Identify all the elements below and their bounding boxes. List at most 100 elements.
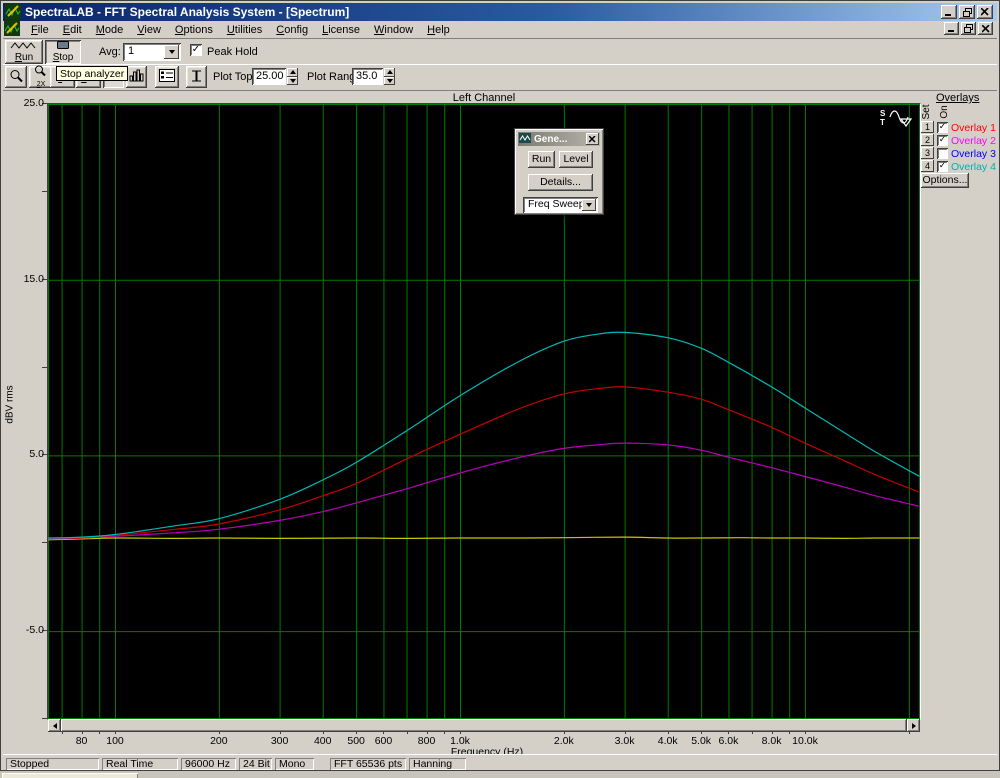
y-axis-title: dBV rms	[5, 375, 16, 435]
menu-license[interactable]: License	[315, 22, 367, 38]
scrollbar-thumb[interactable]	[61, 719, 907, 732]
x-tick-label: 10.0k	[784, 735, 826, 747]
status-sample-rate: 96000 Hz	[181, 758, 236, 770]
overlays-set-label: Set	[921, 101, 933, 123]
overlay-4-set-button[interactable]: 4	[921, 160, 934, 172]
menu-view[interactable]: View	[130, 22, 168, 38]
child-restore-button[interactable]	[961, 22, 976, 35]
x-tick-label: 6.0k	[707, 735, 749, 747]
toolbar-main: Run Stop Avg: 1 ✓ Peak Hold	[3, 39, 997, 65]
x-tick-label: 300	[259, 735, 301, 747]
generator-dialog: Gene... Run Level Details... Freq Sweep	[514, 128, 604, 215]
overlay-4-checkbox[interactable]: ✓	[937, 161, 948, 172]
chevron-down-icon[interactable]	[582, 199, 596, 211]
generator-titlebar[interactable]: Gene...	[518, 132, 600, 146]
plot-range-field[interactable]: 35.0	[352, 68, 383, 85]
stop-button-label: Stop	[53, 53, 74, 63]
generator-level-button[interactable]: Level	[559, 151, 593, 168]
status-run-state: Stopped	[6, 758, 99, 770]
plot-top-field[interactable]: 25.00	[252, 68, 286, 85]
y-tick	[42, 718, 47, 719]
run-button-label: Run	[15, 53, 33, 63]
input-source-signal-icon: S T	[878, 107, 916, 127]
overlay-3-checkbox[interactable]	[937, 148, 948, 159]
close-button[interactable]	[977, 5, 993, 19]
stop-button[interactable]: Stop	[45, 40, 81, 64]
plot-top-spinner[interactable]	[287, 68, 298, 85]
status-window-function: Hanning	[409, 758, 466, 770]
menu-mode[interactable]: Mode	[89, 22, 131, 38]
avg-combobox[interactable]: 1	[123, 43, 181, 61]
status-mode: Real Time	[102, 758, 178, 770]
generator-close-icon[interactable]	[586, 133, 599, 145]
plot-range-spinner[interactable]	[384, 68, 395, 85]
statusbar: Stopped Real Time 96000 Hz 24 Bit Mono F…	[3, 754, 997, 770]
x-tick-label: 600	[362, 735, 404, 747]
overlay-3-label: Overlay 3	[951, 148, 996, 160]
overlay-2-checkbox[interactable]: ✓	[937, 135, 948, 146]
ibeam-marker-icon	[190, 69, 203, 86]
titlebar[interactable]: SpectraLAB - FFT Spectral Analysis Syste…	[3, 3, 997, 21]
x-tick-label: 3.0k	[604, 735, 646, 747]
status-fft-size: FFT 65536 pts	[330, 758, 406, 770]
generator-waveform-icon	[519, 133, 531, 146]
x-tick-label: 200	[198, 735, 240, 747]
spectrum-plot[interactable]	[47, 103, 921, 720]
minimize-button[interactable]	[941, 5, 957, 19]
overlay-3-set-button[interactable]: 3	[921, 147, 934, 159]
zoom-tool-button[interactable]	[5, 66, 27, 88]
magnifier-in-icon	[33, 65, 49, 80]
marker-tool-button[interactable]	[186, 66, 207, 88]
avg-value: 1	[128, 45, 134, 57]
y-tick	[42, 542, 47, 543]
svg-text:T: T	[880, 118, 885, 127]
overlay-1-set-button[interactable]: 1	[921, 121, 934, 133]
scroll-right-icon[interactable]	[907, 719, 920, 732]
bar-spectrum-button[interactable]	[126, 66, 147, 88]
generator-mode-combobox[interactable]: Freq Sweep	[523, 197, 598, 213]
y-tick	[42, 191, 47, 192]
overlay-1-checkbox[interactable]: ✓	[937, 122, 948, 133]
peak-hold-label: Peak Hold	[207, 46, 258, 58]
plot-top-label: Plot Top:	[213, 71, 256, 83]
magnifier-icon	[9, 69, 23, 86]
bar-chart-icon	[129, 69, 144, 85]
taskbar-edge	[0, 770, 1000, 778]
y-tick-label: 25.0	[8, 97, 44, 109]
restore-button[interactable]	[959, 5, 975, 19]
child-minimize-button[interactable]	[944, 22, 959, 35]
app-window: SpectraLAB - FFT Spectral Analysis Syste…	[0, 0, 1000, 778]
avg-label: Avg:	[99, 46, 121, 58]
menu-help[interactable]: Help	[420, 22, 457, 38]
y-tick-label: 5.0	[8, 448, 44, 460]
generator-run-button[interactable]: Run	[528, 151, 555, 168]
overlays-options-button[interactable]: Options...	[921, 173, 969, 188]
list-settings-icon	[159, 69, 175, 85]
overlay-2-set-button[interactable]: 2	[921, 134, 934, 146]
spectrum-child-icon[interactable]	[4, 20, 20, 39]
menu-edit[interactable]: Edit	[56, 22, 89, 38]
chevron-down-icon[interactable]	[164, 45, 179, 59]
y-tick	[42, 367, 47, 368]
menu-window[interactable]: Window	[367, 22, 420, 38]
run-button[interactable]: Run	[5, 40, 43, 64]
menu-options[interactable]: Options	[168, 22, 220, 38]
tooltip: Stop analyzer	[56, 66, 128, 81]
taskbar-button[interactable]	[2, 773, 138, 778]
menu-file[interactable]: File	[24, 22, 56, 38]
svg-text:S: S	[880, 109, 886, 118]
toolbar-plot: 2X 2X OUT Stop analyzer Plot Top: 25.00 …	[3, 65, 997, 91]
status-bit-depth: 24 Bit	[239, 758, 272, 770]
peak-hold-checkbox[interactable]: ✓	[190, 44, 202, 56]
menu-config[interactable]: Config	[269, 22, 315, 38]
x-tick-label: 1.0k	[439, 735, 481, 747]
plot-hscrollbar[interactable]	[48, 719, 920, 732]
status-channels: Mono	[275, 758, 314, 770]
child-close-button[interactable]	[978, 22, 993, 35]
x-tick-label: 100	[94, 735, 136, 747]
display-options-button[interactable]	[155, 66, 179, 88]
scroll-left-icon[interactable]	[48, 719, 61, 732]
generator-title: Gene...	[534, 134, 586, 145]
generator-details-button[interactable]: Details...	[528, 174, 593, 191]
menu-utilities[interactable]: Utilities	[220, 22, 269, 38]
